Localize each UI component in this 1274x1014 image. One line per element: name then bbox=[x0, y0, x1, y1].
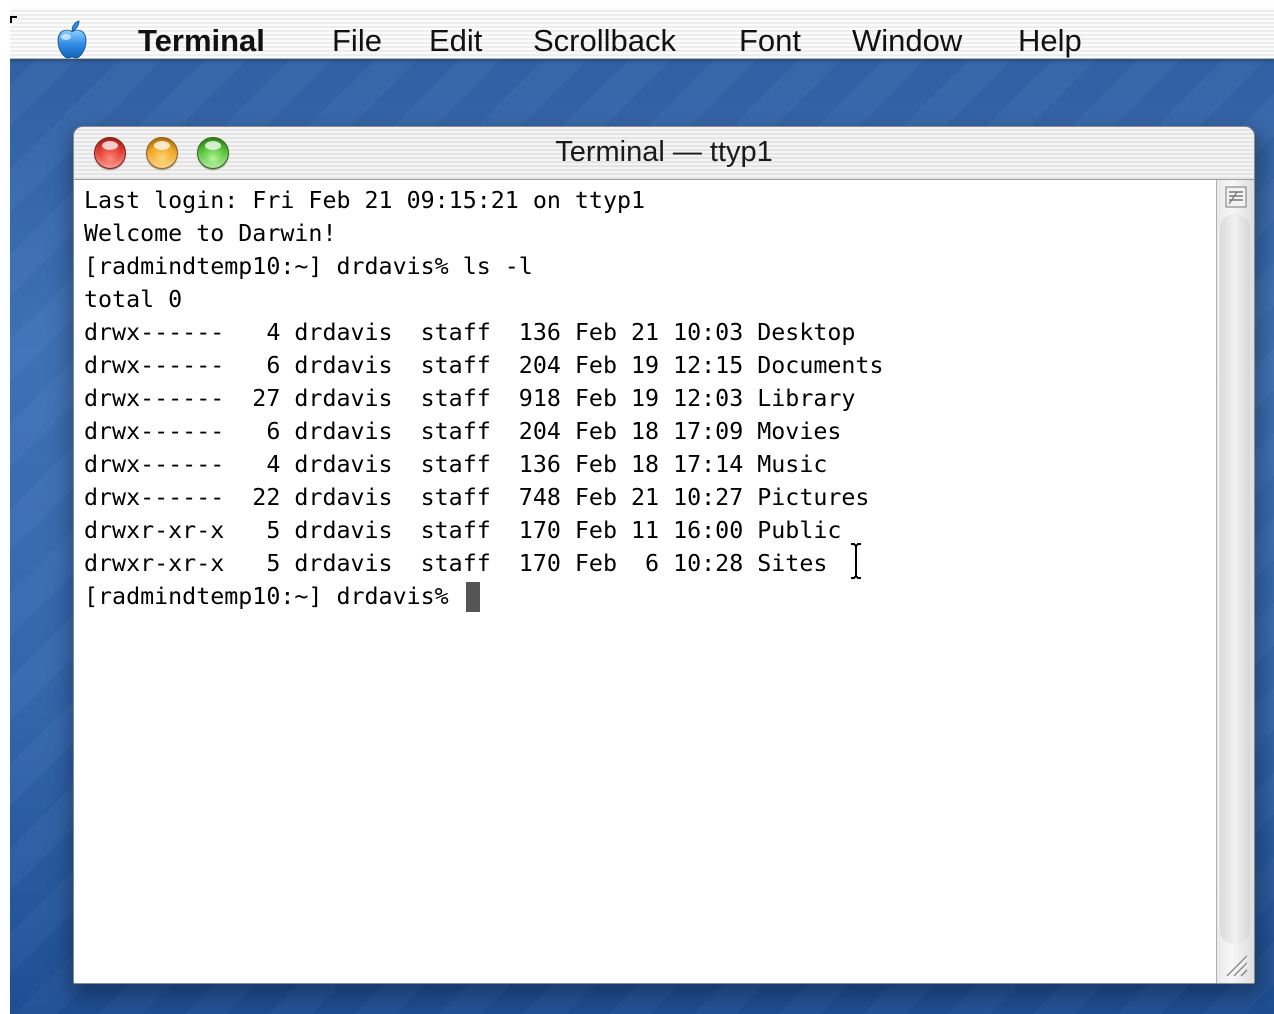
terminal-prompt: [radmindtemp10:~] drdavis% bbox=[84, 583, 463, 610]
window-title: Terminal — ttyp1 bbox=[555, 136, 773, 168]
terminal-line: drwx------ 4 drdavis staff 136 Feb 21 10… bbox=[84, 319, 856, 346]
terminal-line: Last login: Fri Feb 21 09:15:21 on ttyp1 bbox=[84, 187, 646, 214]
terminal-line: drwxr-xr-x 5 drdavis staff 170 Feb 6 10:… bbox=[84, 550, 828, 577]
resize-grip-icon[interactable] bbox=[1223, 952, 1249, 978]
terminal-line: total 0 bbox=[84, 286, 183, 313]
terminal-text-area[interactable]: Last login: Fri Feb 21 09:15:21 on ttyp1… bbox=[74, 180, 1216, 983]
vertical-scrollbar[interactable] bbox=[1216, 180, 1254, 983]
terminal-line: drwx------ 4 drdavis staff 136 Feb 18 17… bbox=[84, 451, 828, 478]
top-strip bbox=[10, 0, 1274, 8]
split-pane-icon[interactable] bbox=[1225, 186, 1247, 208]
terminal-line: drwx------ 22 drdavis staff 748 Feb 21 1… bbox=[84, 484, 870, 511]
menu-terminal[interactable]: Terminal bbox=[138, 23, 265, 59]
menu-font[interactable]: Font bbox=[739, 23, 801, 59]
menu-help[interactable]: Help bbox=[1018, 23, 1082, 59]
terminal-line: drwx------ 6 drdavis staff 204 Feb 18 17… bbox=[84, 418, 842, 445]
terminal-prompt-line: [radmindtemp10:~] drdavis% bbox=[84, 580, 463, 613]
terminal-line: Welcome to Darwin! bbox=[84, 220, 337, 247]
terminal-line: [radmindtemp10:~] drdavis% ls -l bbox=[84, 253, 533, 280]
menu-file[interactable]: File bbox=[332, 23, 382, 59]
menu-bar: Terminal File Edit Scrollback Font Windo… bbox=[10, 8, 1274, 59]
terminal-line: drwx------ 27 drdavis staff 918 Feb 19 1… bbox=[84, 385, 856, 412]
ibeam-cursor-icon bbox=[851, 543, 861, 579]
desktop: Terminal File Edit Scrollback Font Windo… bbox=[10, 0, 1274, 1014]
title-bar[interactable]: Terminal — ttyp1 bbox=[74, 127, 1254, 180]
menu-edit[interactable]: Edit bbox=[429, 23, 482, 59]
menu-window[interactable]: Window bbox=[852, 23, 962, 59]
text-cursor bbox=[466, 582, 480, 612]
menu-scrollback[interactable]: Scrollback bbox=[533, 23, 676, 59]
screen-corner bbox=[10, 16, 17, 23]
apple-logo-icon[interactable] bbox=[52, 20, 92, 60]
terminal-line: drwxr-xr-x 5 drdavis staff 170 Feb 11 16… bbox=[84, 517, 842, 544]
scrollbar-track[interactable] bbox=[1220, 214, 1250, 944]
terminal-line: drwx------ 6 drdavis staff 204 Feb 19 12… bbox=[84, 352, 884, 379]
terminal-window: Terminal — ttyp1 Last login: Fri Feb 21 … bbox=[73, 126, 1255, 984]
